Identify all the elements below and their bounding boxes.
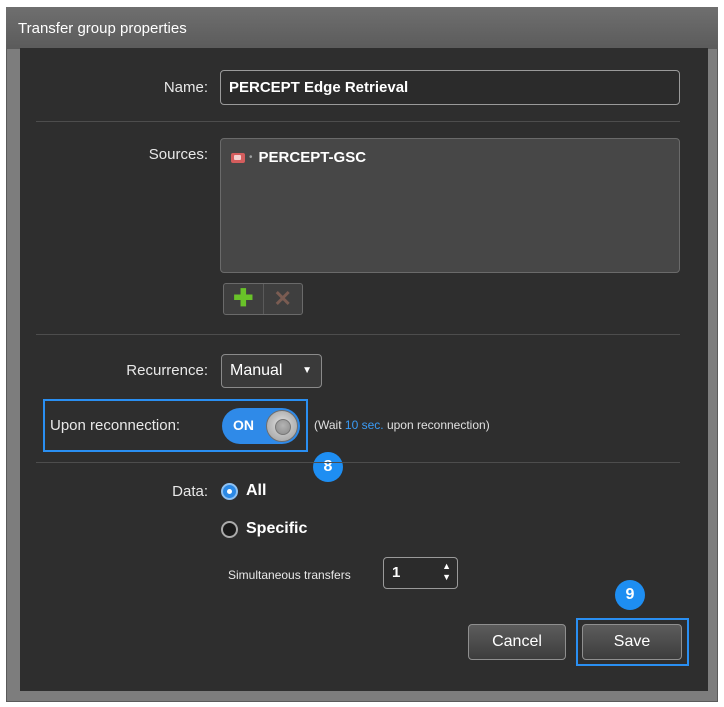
- toggle-state-label: ON: [233, 417, 254, 433]
- cancel-button[interactable]: Cancel: [468, 624, 566, 660]
- sources-list[interactable]: • PERCEPT-GSC: [220, 138, 680, 273]
- sources-label: Sources:: [148, 146, 208, 163]
- data-all-radio[interactable]: [221, 483, 238, 500]
- wait-time-link[interactable]: 10 sec.: [345, 418, 384, 432]
- divider: [36, 121, 680, 122]
- x-icon: ✕: [273, 286, 292, 311]
- chevron-down-icon: ▼: [302, 365, 312, 376]
- step-callout-badge: 9: [615, 580, 645, 610]
- source-name: PERCEPT-GSC: [258, 149, 367, 166]
- remove-source-button[interactable]: ✕: [264, 284, 303, 314]
- sources-toolbar: ✚ ✕: [223, 283, 303, 315]
- title-bar: Transfer group properties: [6, 7, 718, 49]
- reconnection-wait-info: (Wait 10 sec. upon reconnection): [314, 418, 490, 432]
- recurrence-select[interactable]: Manual ▼: [221, 354, 322, 388]
- stepper-arrows-icon[interactable]: ▲ ▼: [442, 561, 451, 583]
- dialog-title: Transfer group properties: [18, 20, 187, 37]
- data-all-label[interactable]: All: [246, 482, 266, 500]
- name-label: Name:: [163, 79, 208, 96]
- list-item[interactable]: • PERCEPT-GSC: [231, 149, 366, 166]
- video-stream-icon: •: [249, 152, 253, 163]
- name-input[interactable]: PERCEPT Edge Retrieval: [220, 70, 680, 105]
- add-source-button[interactable]: ✚: [224, 284, 264, 314]
- recurrence-value: Manual: [230, 362, 283, 379]
- plus-icon: ✚: [233, 285, 254, 312]
- data-label: Data:: [172, 483, 208, 500]
- divider: [36, 462, 680, 463]
- step-callout-badge: 8: [313, 452, 343, 482]
- recurrence-label: Recurrence:: [126, 362, 208, 379]
- reconnection-label: Upon reconnection:: [50, 417, 181, 434]
- simultaneous-transfers-label: Simultaneous transfers: [228, 568, 351, 582]
- data-specific-label[interactable]: Specific: [246, 520, 307, 538]
- stepper-value: 1: [392, 564, 401, 581]
- reconnection-toggle[interactable]: ON: [222, 408, 300, 444]
- save-button[interactable]: Save: [582, 624, 682, 660]
- divider: [36, 334, 680, 335]
- simultaneous-transfers-stepper[interactable]: 1 ▲ ▼: [383, 557, 458, 589]
- camera-icon: [231, 152, 245, 163]
- data-specific-radio[interactable]: [221, 521, 238, 538]
- toggle-knob: [266, 410, 298, 442]
